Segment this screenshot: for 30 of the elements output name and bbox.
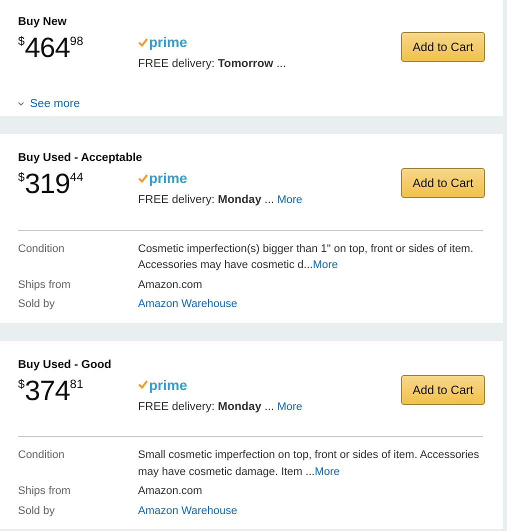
- detail-label: Ships from: [18, 278, 72, 292]
- delivery-text: FREE delivery: Monday ...: [138, 194, 274, 206]
- detail-label: Condition: [18, 448, 66, 463]
- detail-label: Sold by: [18, 297, 56, 312]
- prime-logo: prime: [138, 171, 188, 186]
- offer-title: Buy New: [18, 15, 67, 30]
- detail-value: Small cosmetic imperfection on top, front or sides of item. Accessories may have cosmetic damage. Item ...More: [138, 448, 480, 480]
- delivery-text: FREE delivery: Tomorrow ...: [138, 58, 286, 70]
- add-to-cart-button[interactable]: Add to Cart: [401, 32, 485, 62]
- detail-value: Amazon.com: [138, 278, 204, 292]
- more-link[interactable]: More: [312, 259, 338, 271]
- delivery-text: FREE delivery: Monday ...: [138, 400, 274, 413]
- detail-value: Cosmetic imperfection(s) bigger than 1" on top, front or sides of item. Accessories may have cosmetic d...More: [138, 242, 474, 273]
- add-to-cart-button[interactable]: Add to Cart: [401, 374, 485, 405]
- prime-logo: prime: [138, 378, 188, 392]
- seller-link[interactable]: Amazon Warehouse: [138, 296, 238, 312]
- detail-label: Sold by: [18, 504, 56, 518]
- more-link[interactable]: More: [314, 466, 340, 478]
- detail-label: Ships from: [18, 484, 72, 499]
- detail-value: Amazon.com: [138, 484, 204, 499]
- chevron-down-icon: [18, 102, 24, 106]
- see-more-link[interactable]: See more: [18, 96, 80, 113]
- offer-title: Buy Used - Good: [18, 358, 112, 372]
- more-link[interactable]: More: [277, 194, 302, 206]
- more-link[interactable]: More: [277, 400, 302, 413]
- offer-title: Buy Used - Acceptable: [18, 151, 142, 166]
- seller-link[interactable]: Amazon Warehouse: [138, 502, 238, 519]
- prime-logo: prime: [138, 35, 188, 50]
- add-to-cart-button[interactable]: Add to Cart: [401, 168, 485, 198]
- detail-label: Condition: [18, 242, 66, 256]
